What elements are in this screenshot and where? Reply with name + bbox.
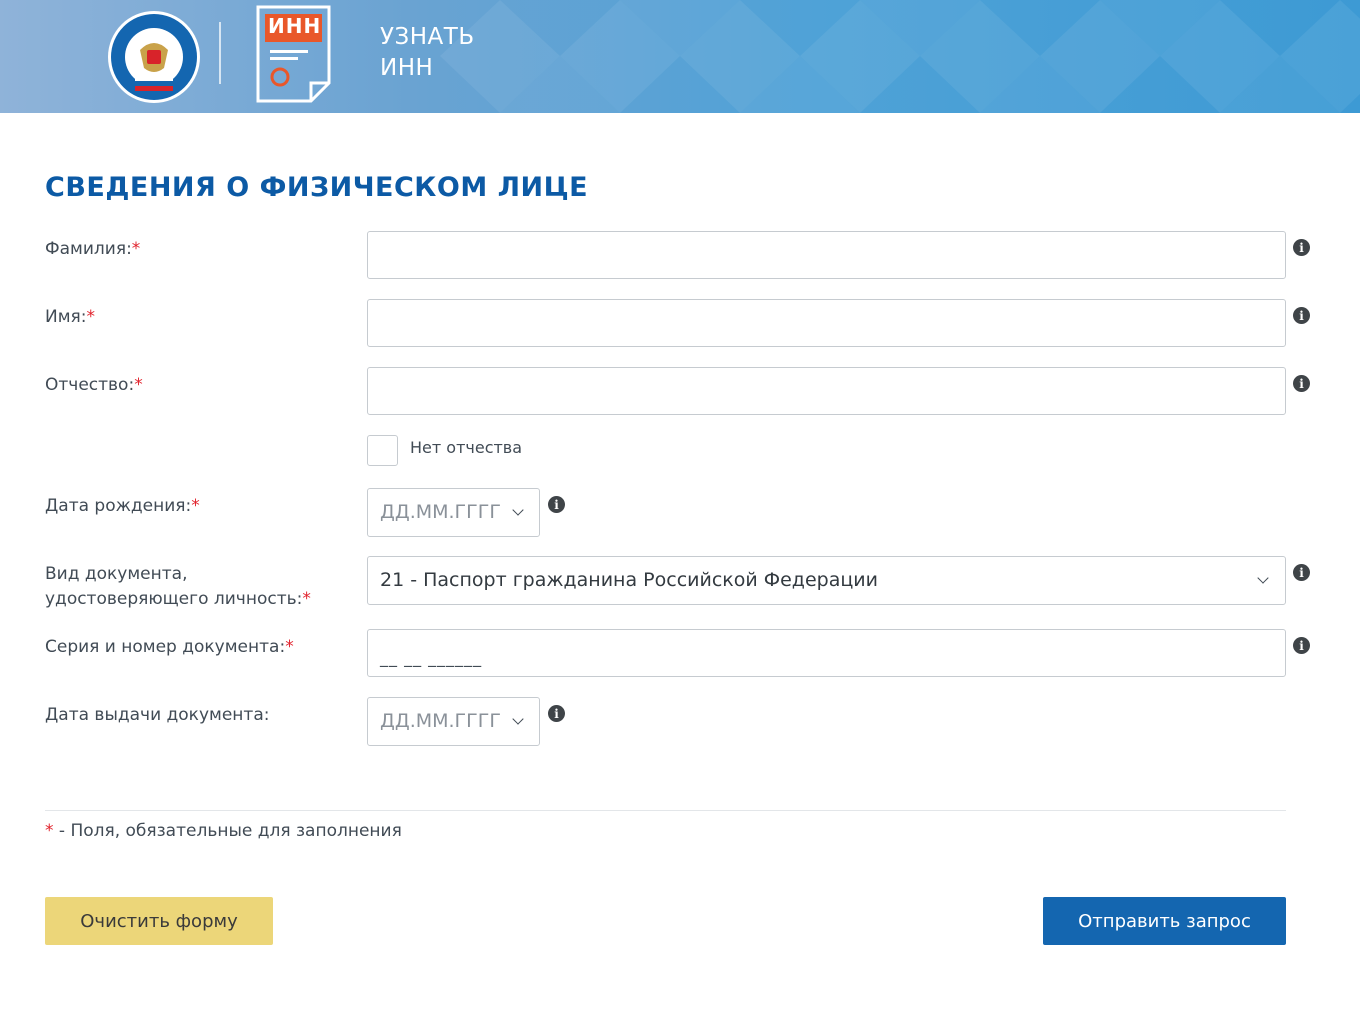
surname-label: Фамилия:* [45,237,140,262]
clear-form-button[interactable]: Очистить форму [45,897,273,945]
name-label-text: Имя: [45,307,87,327]
doc-type-label: Вид документа, удостоверяющего личность:… [45,562,311,612]
info-icon[interactable]: i [548,705,565,722]
divider [45,810,1286,811]
required-mark: * [134,375,143,395]
required-mark: * [191,496,200,516]
info-icon[interactable]: i [1293,307,1310,324]
required-mark: * [86,307,96,327]
required-mark: * [302,589,311,609]
patronymic-field[interactable] [367,367,1286,415]
info-icon[interactable]: i [548,496,565,513]
info-icon[interactable]: i [1293,375,1310,392]
patronymic-label-text: Отчество: [45,375,135,395]
header-title: УЗНАТЬ ИНН [380,22,475,84]
doc-number-label: Серия и номер документа:* [45,635,294,660]
required-mark: * [285,637,294,657]
issue-date-placeholder: ДД.ММ.ГГГГ [380,710,501,732]
issue-date-label: Дата выдачи документа: [45,705,270,725]
header-divider [219,22,221,84]
info-icon[interactable]: i [1293,564,1310,581]
doc-number-label-text: Серия и номер документа: [45,637,286,657]
info-icon[interactable]: i [1293,239,1310,256]
doc-number-field[interactable] [367,629,1286,677]
doc-type-label-line1: Вид документа, [45,564,188,584]
birth-date-picker[interactable]: ДД.ММ.ГГГГ [367,488,540,537]
required-note-text: - Поля, обязательные для заполнения [53,821,402,841]
birth-date-label-text: Дата рождения: [45,496,192,516]
chevron-down-icon [512,504,524,516]
no-patronymic-checkbox[interactable] [367,435,398,466]
chevron-down-icon [1257,572,1269,584]
chevron-down-icon [512,713,524,725]
name-field[interactable] [367,299,1286,347]
issue-date-picker[interactable]: ДД.ММ.ГГГГ [367,697,540,746]
doc-type-label-line2: удостоверяющего личность: [45,589,303,609]
required-note: * - Поля, обязательные для заполнения [45,821,402,841]
header-title-line2: ИНН [380,55,434,81]
send-request-button[interactable]: Отправить запрос [1043,897,1286,945]
info-icon[interactable]: i [1293,637,1310,654]
header-pattern [440,0,1360,113]
fns-emblem-icon [108,11,200,103]
inn-logo-text: ИНН [268,14,322,38]
page-title: СВЕДЕНИЯ О ФИЗИЧЕСКОМ ЛИЦЕ [45,172,589,203]
required-mark: * [131,239,141,259]
doc-type-value: 21 - Паспорт гражданина Российской Федер… [380,569,878,591]
birth-date-placeholder: ДД.ММ.ГГГГ [380,501,501,523]
no-patronymic-label[interactable]: Нет отчества [410,438,522,457]
required-note-mark: * [45,821,54,841]
doc-type-select[interactable]: 21 - Паспорт гражданина Российской Федер… [367,556,1286,605]
surname-label-text: Фамилия: [45,239,132,259]
birth-date-label: Дата рождения:* [45,494,200,519]
surname-field[interactable] [367,231,1286,279]
name-label: Имя:* [45,305,95,330]
header-title-line1: УЗНАТЬ [380,24,475,50]
header-banner: ИНН УЗНАТЬ ИНН [0,0,1360,113]
patronymic-label: Отчество:* [45,373,143,398]
doc-number-mask: __ __ ______ [380,648,483,667]
